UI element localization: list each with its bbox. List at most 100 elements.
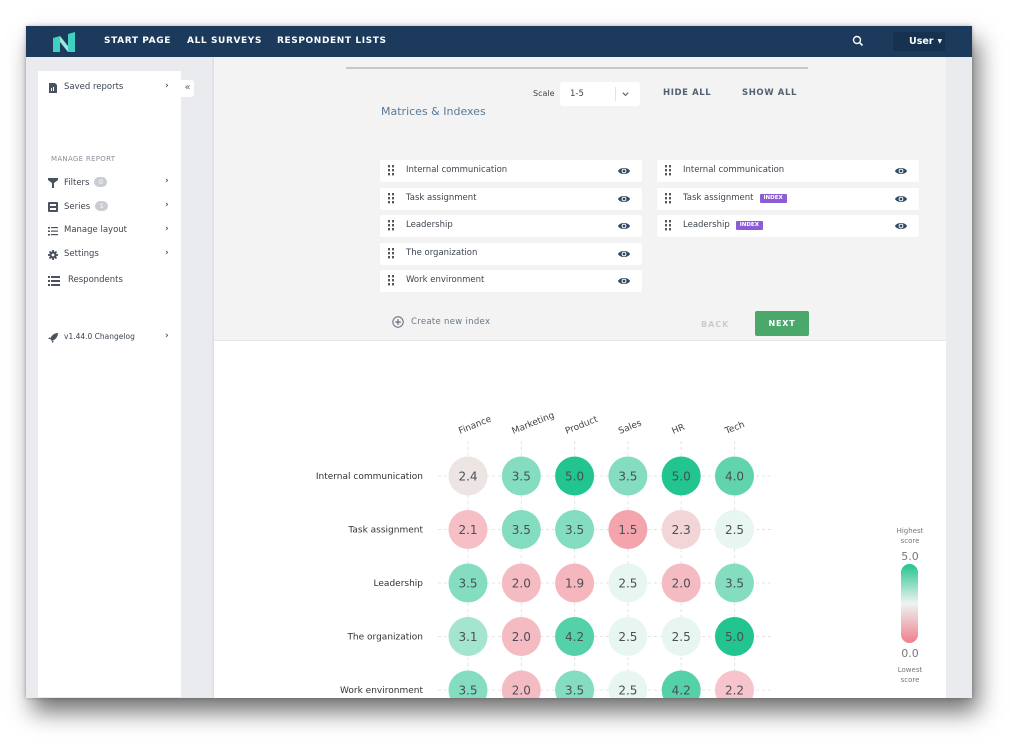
matrix-item[interactable]: Leadership (380, 215, 642, 238)
sidebar-item-settings[interactable]: Settings › (38, 244, 181, 266)
matrix-item[interactable]: Work environment (380, 270, 642, 293)
cell-value-label: 3.5 (458, 577, 477, 591)
scale-value: 1-5 (570, 89, 584, 99)
report-panel: Scale 1-5 HIDE ALL SHOW ALL Matrices & I… (214, 57, 946, 698)
legend-gradient-bar (901, 564, 918, 643)
index-item[interactable]: Task assignment INDEX (657, 187, 919, 210)
sidebar-item-label: Series 1 (64, 201, 109, 212)
nav-start-page[interactable]: START PAGE (104, 26, 171, 57)
chevron-right-icon: › (165, 248, 169, 258)
divider (346, 67, 808, 69)
drag-handle-icon[interactable] (388, 165, 394, 177)
scale-select[interactable]: 1-5 (560, 82, 640, 106)
cell-value-label: 1.9 (565, 577, 584, 591)
search-icon[interactable] (852, 35, 864, 47)
eye-icon[interactable] (618, 194, 630, 204)
nav-respondent-lists[interactable]: RESPONDENT LISTS (277, 26, 387, 57)
sidebar-item-series[interactable]: Series 1 › (38, 196, 181, 218)
chevron-right-icon: › (165, 81, 169, 91)
next-button[interactable]: NEXT (755, 311, 809, 336)
caret-down-icon: ▼ (937, 38, 943, 45)
index-tag-badge: INDEX (759, 193, 787, 203)
eye-icon[interactable] (618, 276, 630, 286)
cell-value-label: 3.5 (565, 684, 584, 698)
matrix-item[interactable]: Internal communication (380, 160, 642, 182)
sidebar-item-label: Settings (64, 249, 99, 259)
sidebar-item-saved-reports[interactable]: Saved reports › (38, 77, 181, 99)
row-label: Internal communication (316, 472, 423, 482)
legend-high-label-1: Highest (897, 527, 924, 535)
cell-value-label: 5.0 (672, 470, 691, 484)
sidebar-item-manage-layout[interactable]: Manage layout › (38, 220, 181, 242)
matrix-name: Leadership (406, 220, 453, 231)
chevron-right-icon: › (165, 176, 169, 186)
saved-report-icon (49, 83, 57, 93)
cell-value-label: 4.0 (725, 470, 744, 484)
sidebar-item-label: Filters 0 (64, 177, 108, 188)
eye-icon[interactable] (618, 249, 630, 259)
cell-value-label: 1.5 (618, 523, 637, 537)
index-name: Internal communication (683, 165, 785, 175)
drag-handle-icon[interactable] (388, 275, 394, 287)
eye-icon[interactable] (618, 166, 630, 176)
drag-handle-icon[interactable] (665, 220, 671, 232)
chevron-right-icon: › (165, 224, 169, 234)
drag-handle-icon[interactable] (388, 192, 394, 205)
drag-handle-icon[interactable] (665, 165, 671, 177)
sidebar-item-changelog[interactable]: v1.44.0 Changelog › (38, 327, 181, 349)
cell-value-label: 2.1 (458, 523, 477, 537)
hide-all-button[interactable]: HIDE ALL (663, 88, 711, 98)
matrix-item[interactable]: Task assignment (380, 187, 642, 210)
cell-value-label: 3.1 (458, 630, 477, 644)
legend-high-value: 5.0 (901, 550, 919, 563)
index-item[interactable]: Internal communication (657, 160, 919, 182)
cell-value-label: 2.4 (458, 470, 477, 484)
filters-label: Filters (64, 178, 90, 188)
legend-low-value: 0.0 (901, 647, 919, 660)
layout-list-icon (48, 227, 58, 236)
legend-low-label-1: Lowest (898, 666, 923, 674)
index-name: Leadership INDEX (683, 220, 763, 231)
respondents-list-icon (48, 276, 60, 286)
row-label: Task assignment (347, 526, 423, 536)
eye-icon[interactable] (895, 194, 907, 204)
cell-value-label: 4.2 (565, 630, 584, 644)
app-logo[interactable] (52, 32, 76, 52)
app-window: START PAGE ALL SURVEYS RESPONDENT LISTS … (26, 26, 972, 698)
legend-low-label-2: score (901, 676, 920, 684)
column-label: Sales (617, 418, 643, 436)
cell-value-label: 3.5 (725, 577, 744, 591)
series-count-badge: 1 (95, 201, 109, 211)
drag-handle-icon[interactable] (665, 192, 671, 205)
drag-handle-icon[interactable] (388, 247, 394, 260)
row-label: Work environment (340, 686, 423, 696)
cell-value-label: 2.5 (725, 523, 744, 537)
show-all-button[interactable]: SHOW ALL (742, 88, 797, 98)
series-icon (48, 202, 58, 212)
user-label: User (909, 36, 934, 47)
nav-all-surveys[interactable]: ALL SURVEYS (187, 26, 262, 57)
cell-value-label: 3.5 (458, 684, 477, 698)
eye-icon[interactable] (618, 221, 630, 231)
index-item[interactable]: Leadership INDEX (657, 215, 919, 238)
cell-value-label: 5.0 (725, 630, 744, 644)
plus-circle-icon (392, 316, 404, 328)
cell-value-label: 2.5 (618, 684, 637, 698)
sidebar-item-respondents[interactable]: Respondents (38, 270, 181, 292)
gear-icon (48, 250, 58, 260)
back-button[interactable]: BACK (701, 320, 729, 329)
cell-value-label: 2.0 (512, 577, 531, 591)
column-label: Finance (457, 414, 493, 436)
matrix-item[interactable]: The organization (380, 242, 642, 265)
drag-handle-icon[interactable] (388, 220, 394, 232)
column-label: Marketing (511, 411, 556, 437)
manage-report-heading: MANAGE REPORT (51, 155, 116, 163)
eye-icon[interactable] (895, 166, 907, 176)
collapse-sidebar-button[interactable]: « (181, 80, 194, 97)
matrices-config: Scale 1-5 HIDE ALL SHOW ALL Matrices & I… (214, 57, 946, 341)
chevron-down-icon (622, 92, 629, 97)
sidebar-item-filters[interactable]: Filters 0 › (38, 172, 181, 194)
eye-icon[interactable] (895, 221, 907, 231)
index-tag-badge: INDEX (735, 221, 763, 231)
user-menu-button[interactable]: User ▼ (893, 32, 945, 51)
